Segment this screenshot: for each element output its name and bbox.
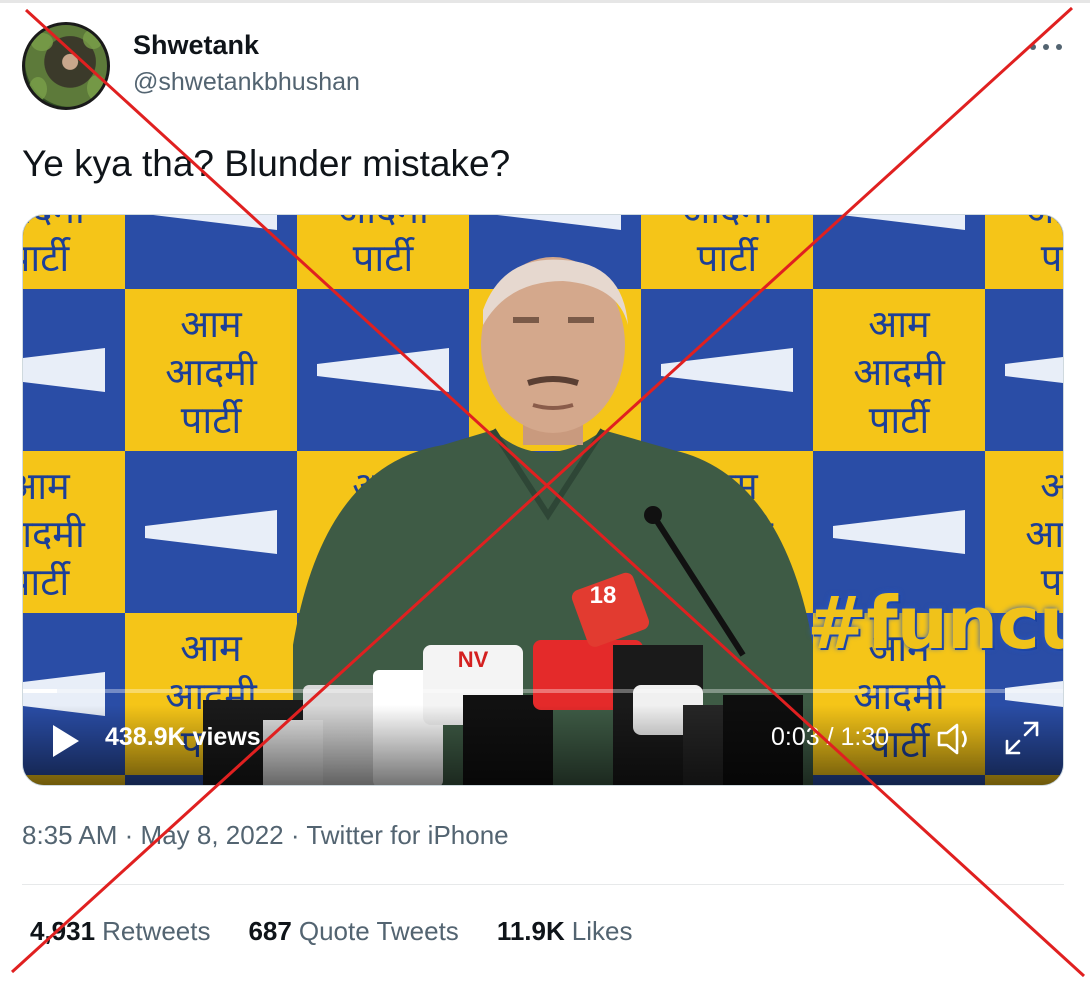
fullscreen-icon[interactable] [1003,719,1041,757]
tweet-text: Ye kya tha? Blunder mistake? [22,143,511,184]
retweets-stat[interactable]: 4,931 Retweets [30,916,210,947]
more-horizontal-icon[interactable] [1030,36,1062,58]
mic-logo-nv: NV [458,647,489,672]
backdrop-party-text: आदमी [853,350,946,394]
backdrop-party-text: आदमी [23,512,86,556]
tweet-stats: 4,931 Retweets 687 Quote Tweets 11.9K Likes [30,916,632,947]
mic-logo-18: 18 [590,582,617,609]
volume-icon[interactable] [935,721,975,757]
video-player[interactable]: आमआदमीपार्टीआमआदमीपार्टीआमआदमीपार्टीआमआद… [22,214,1064,786]
video-frame: आमआदमीपार्टीआमआदमीपार्टीआमआदमीपार्टीआमआद… [23,215,1064,785]
play-icon[interactable] [53,725,79,757]
backdrop-party-text: पार्टी [23,236,71,280]
backdrop-party-text: आदमी [23,215,86,232]
quote-tweets-label: Quote Tweets [298,916,459,946]
backdrop-party-text: पार्टी [181,398,244,442]
backdrop-party-text: आम [868,302,931,346]
backdrop-party-text: आदमी [1025,512,1064,556]
backdrop-party-text: आदमी [165,350,258,394]
author-name[interactable]: Shwetank [133,30,259,61]
quote-tweets-count: 687 [248,916,292,946]
backdrop-party-text: आदमी [337,215,430,232]
meta-separator: · [124,820,134,850]
backdrop-party-text: पार्टी [353,236,416,280]
tweet-source[interactable]: Twitter for iPhone [306,820,508,850]
backdrop-party-text: आम [180,302,243,346]
likes-count: 11.9K [496,916,565,946]
video-progress-bar[interactable] [23,689,1063,693]
video-progress-fill [23,689,58,693]
avatar[interactable] [22,22,110,110]
backdrop-party-text: आदमी [1025,215,1064,232]
backdrop-party-text: पार्टी [1041,236,1064,280]
likes-stat[interactable]: 11.9K Likes [497,916,633,947]
quote-tweets-stat[interactable]: 687 Quote Tweets [248,916,458,947]
retweets-label: Retweets [102,916,211,946]
backdrop-party-text: आदमी [681,215,774,232]
view-count: 438.9K views [105,723,261,751]
video-controls: 438.9K views 0:03 / 1:30 [23,705,1063,785]
backdrop-party-text: आम [1040,464,1064,508]
video-watermark: #funcut [807,581,1063,665]
tweet-time[interactable]: 8:35 AM [22,820,117,850]
meta-separator: · [290,820,300,850]
backdrop-party-text: आम [23,464,71,508]
tweet-meta: 8:35 AM · May 8, 2022 · Twitter for iPho… [22,820,509,851]
likes-label: Likes [571,916,633,946]
backdrop-party-text: आम [180,626,243,670]
backdrop-party-text: पार्टी [23,560,71,604]
video-time: 0:03 / 1:30 [771,723,890,751]
tweet-date[interactable]: May 8, 2022 [141,820,284,850]
backdrop-party-text: पार्टी [869,398,932,442]
retweets-count: 4,931 [30,916,96,946]
author-handle[interactable]: @shwetankbhushan [133,68,360,97]
top-border [0,0,1090,3]
backdrop-party-text: पार्टी [697,236,760,280]
divider [22,884,1064,885]
